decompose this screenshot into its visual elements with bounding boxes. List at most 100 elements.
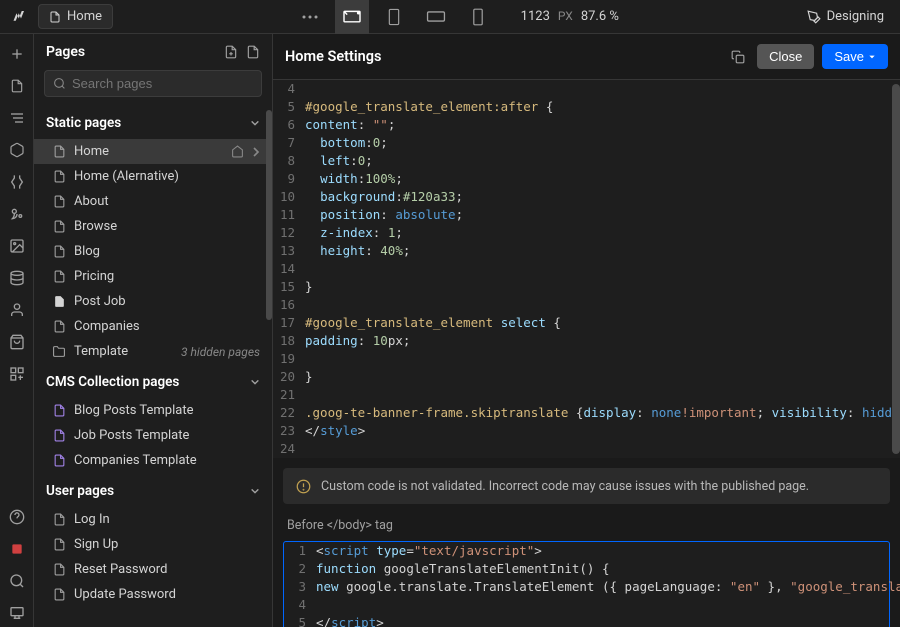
brush-icon (807, 10, 821, 24)
page-selector-label: Home (67, 9, 102, 24)
add-element-button[interactable] (3, 40, 31, 68)
cms-button[interactable] (3, 264, 31, 292)
page-label: Reset Password (74, 562, 167, 577)
more-options-button[interactable] (293, 0, 327, 34)
sidebar-scrollbar[interactable] (266, 110, 272, 390)
search-button[interactable] (3, 567, 31, 595)
help-button[interactable] (3, 503, 31, 531)
mobile-portrait-button[interactable] (461, 0, 495, 34)
page-icon (52, 220, 66, 234)
cms-page-icon (52, 454, 66, 468)
apps-button[interactable] (3, 360, 31, 388)
chevron-down-icon (250, 378, 260, 386)
new-folder-button[interactable] (246, 44, 260, 60)
page-item[interactable]: Blog (34, 239, 272, 264)
sidebar-header: Pages (34, 34, 272, 70)
content-title: Home Settings (285, 48, 381, 65)
section-head-user[interactable]: User pages (34, 473, 272, 507)
page-item[interactable]: Sign Up (34, 532, 272, 557)
page-label: Pricing (74, 269, 114, 284)
page-label: Blog (74, 244, 100, 259)
page-item[interactable]: Home (34, 139, 272, 164)
copy-button[interactable] (731, 49, 745, 65)
navigator-button[interactable] (3, 104, 31, 132)
new-page-button[interactable] (224, 44, 238, 60)
page-icon (52, 170, 66, 184)
left-icon-rail (0, 34, 34, 627)
canvas-size-display[interactable]: 1123 PX 87.6 % (521, 9, 619, 24)
page-label: Home (Alernative) (74, 169, 179, 184)
page-label: Browse (74, 219, 117, 234)
designing-label: Designing (827, 9, 884, 24)
page-item[interactable]: Job Posts Template (34, 423, 272, 448)
page-item[interactable]: Update Password (34, 582, 272, 607)
page-label: Template (74, 344, 128, 359)
chevron-right-icon (252, 146, 260, 158)
px-label: PX (558, 9, 573, 23)
components-button[interactable] (3, 136, 31, 164)
page-item[interactable]: Pricing (34, 264, 272, 289)
close-button[interactable]: Close (757, 44, 814, 69)
page-item[interactable]: Template 3 hidden pages (34, 339, 272, 364)
tablet-breakpoint-button[interactable] (377, 0, 411, 34)
users-button[interactable] (3, 296, 31, 324)
designing-mode-button[interactable]: Designing (799, 5, 892, 28)
content-area: Home Settings Close Save 45#google_trans… (273, 34, 900, 627)
page-icon (52, 513, 66, 527)
page-icon (52, 563, 66, 577)
assets-button[interactable] (3, 232, 31, 260)
chevron-down-icon (868, 53, 876, 61)
variables-button[interactable] (3, 168, 31, 196)
save-button[interactable]: Save (822, 44, 888, 69)
topbar: Home 1123 PX 87.6 % Designing (0, 0, 900, 34)
page-item[interactable]: Post Job (34, 289, 272, 314)
page-item[interactable]: Log In (34, 507, 272, 532)
cms-page-icon (52, 404, 66, 418)
page-icon (52, 195, 66, 209)
page-icon (52, 245, 66, 259)
page-item[interactable]: Browse (34, 214, 272, 239)
page-icon (52, 145, 66, 159)
sidebar-title: Pages (46, 44, 85, 60)
search-pages-input[interactable] (44, 70, 262, 97)
webflow-logo-icon[interactable] (8, 7, 28, 27)
page-label: Home (74, 144, 109, 159)
section-head-cms[interactable]: CMS Collection pages (34, 364, 272, 398)
page-icon (52, 588, 66, 602)
content-scrollbar[interactable] (892, 84, 900, 484)
page-icon (49, 10, 61, 24)
search-icon (53, 77, 66, 90)
styles-button[interactable] (3, 200, 31, 228)
mobile-landscape-button[interactable] (419, 0, 453, 34)
page-item[interactable]: Reset Password (34, 557, 272, 582)
hidden-pages-note: 3 hidden pages (181, 345, 260, 359)
page-item[interactable]: About (34, 189, 272, 214)
video-button[interactable] (3, 535, 31, 563)
ecommerce-button[interactable] (3, 328, 31, 356)
page-selector-button[interactable]: Home (38, 4, 113, 29)
folder-icon (52, 345, 66, 359)
page-icon (52, 270, 66, 284)
content-body: 45#google_translate_element:after {6cont… (273, 80, 900, 627)
chevron-down-icon (250, 119, 260, 127)
warning-text: Custom code is not validated. Incorrect … (321, 479, 809, 494)
page-item[interactable]: Home (Alernative) (34, 164, 272, 189)
canvas-width-value: 1123 (521, 9, 550, 24)
desktop-breakpoint-button[interactable] (335, 0, 369, 34)
page-label: Sign Up (74, 537, 118, 552)
page-label: Update Password (74, 587, 176, 602)
chevron-down-icon (250, 487, 260, 495)
page-item[interactable]: Companies Template (34, 448, 272, 473)
page-label: Job Posts Template (74, 428, 189, 443)
head-code-editor[interactable]: 45#google_translate_element:after {6cont… (273, 80, 900, 458)
code-warning-bar: Custom code is not validated. Incorrect … (283, 468, 890, 504)
section-head-static[interactable]: Static pages (34, 105, 272, 139)
pages-panel-button[interactable] (3, 72, 31, 100)
page-item[interactable]: Blog Posts Template (34, 398, 272, 423)
page-label: Companies (74, 319, 140, 334)
body-code-editor[interactable]: 1<script type="text/javscript">2function… (283, 541, 890, 627)
page-label: About (74, 194, 109, 209)
cms-page-icon (52, 429, 66, 443)
page-item[interactable]: Companies (34, 314, 272, 339)
audit-button[interactable] (3, 599, 31, 627)
